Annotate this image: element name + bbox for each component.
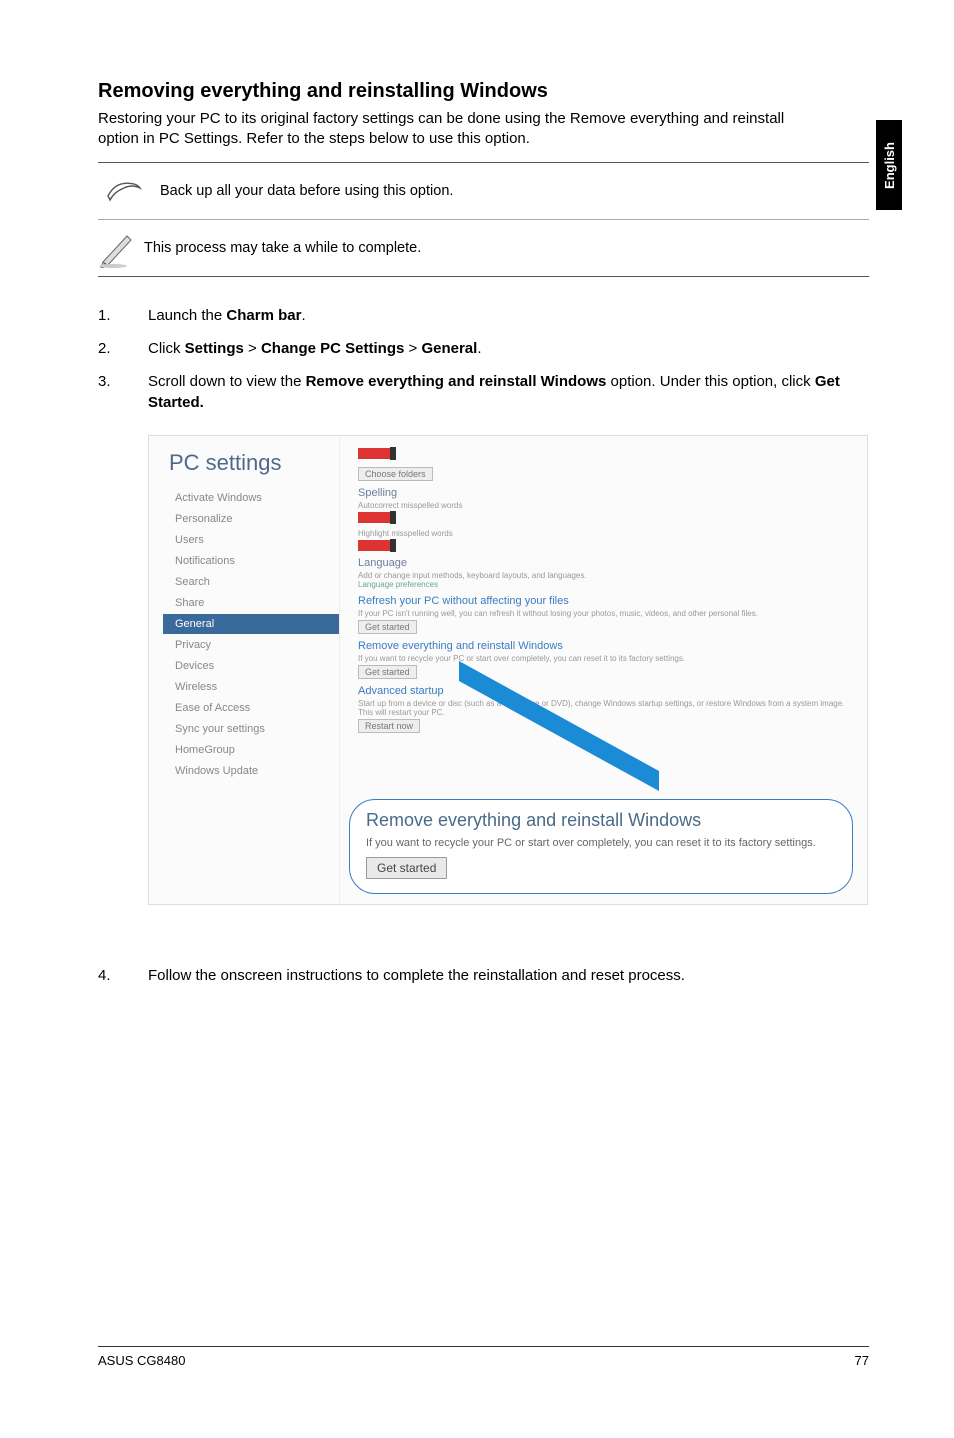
nav-item[interactable]: Ease of Access — [169, 698, 339, 718]
steps-list-continued: Follow the onscreen instructions to comp… — [98, 965, 869, 986]
toggle[interactable] — [358, 540, 392, 551]
page-footer: ASUS CG8480 77 — [98, 1346, 869, 1368]
section-heading: Language — [358, 557, 851, 569]
pc-settings-title: PC settings — [169, 450, 339, 476]
nav-item[interactable]: Share — [169, 593, 339, 613]
step-item: Launch the Charm bar. — [98, 305, 869, 326]
page-title: Removing everything and reinstalling Win… — [98, 80, 869, 103]
footer-model: ASUS CG8480 — [98, 1353, 185, 1368]
note-icon — [102, 173, 146, 209]
note-text: This process may take a while to complet… — [144, 240, 421, 256]
embedded-screenshot: PC settings Activate Windows Personalize… — [148, 435, 868, 905]
section-heading: Remove everything and reinstall Windows — [358, 640, 851, 652]
nav-item[interactable]: Sync your settings — [169, 719, 339, 739]
steps-list: Launch the Charm bar. Click Settings > C… — [98, 305, 869, 413]
get-started-button[interactable]: Get started — [358, 620, 417, 634]
nav-item[interactable]: Devices — [169, 656, 339, 676]
nav-item[interactable]: Activate Windows — [169, 488, 339, 508]
toggle[interactable] — [358, 512, 392, 523]
notes-box: Back up all your data before using this … — [98, 162, 869, 277]
note-text: Back up all your data before using this … — [160, 183, 453, 199]
nav-item[interactable]: Privacy — [169, 635, 339, 655]
language-tab: English — [876, 120, 902, 210]
callout-title: Remove everything and reinstall Windows — [366, 810, 836, 831]
step-item: Click Settings > Change PC Settings > Ge… — [98, 338, 869, 359]
get-started-button[interactable]: Get started — [366, 857, 447, 879]
nav-item[interactable]: Users — [169, 530, 339, 550]
footer-page-number: 77 — [855, 1353, 869, 1368]
callout-pointer — [459, 661, 679, 811]
nav-item[interactable]: Personalize — [169, 509, 339, 529]
nav-item[interactable]: Windows Update — [169, 761, 339, 781]
restart-button[interactable]: Restart now — [358, 719, 420, 733]
note-row: Back up all your data before using this … — [98, 163, 869, 219]
callout-text: If you want to recycle your PC or start … — [366, 837, 836, 849]
intro-paragraph: Restoring your PC to its original factor… — [98, 109, 869, 150]
nav-item[interactable]: Wireless — [169, 677, 339, 697]
section-heading: Spelling — [358, 487, 851, 499]
step-item: Scroll down to view the Remove everythin… — [98, 371, 869, 413]
section-heading: Refresh your PC without affecting your f… — [358, 595, 851, 607]
nav-item[interactable]: HomeGroup — [169, 740, 339, 760]
note-row: This process may take a while to complet… — [98, 219, 869, 276]
callout-box: Remove everything and reinstall Windows … — [349, 799, 853, 894]
step-item: Follow the onscreen instructions to comp… — [98, 965, 869, 986]
get-started-button[interactable]: Get started — [358, 665, 417, 679]
nav-item[interactable]: Notifications — [169, 551, 339, 571]
toggle[interactable] — [358, 448, 392, 459]
pen-icon — [94, 230, 144, 266]
settings-nav: Activate Windows Personalize Users Notif… — [169, 488, 339, 781]
nav-item-selected[interactable]: General — [163, 614, 339, 634]
mini-button[interactable]: Choose folders — [358, 467, 433, 481]
nav-item[interactable]: Search — [169, 572, 339, 592]
